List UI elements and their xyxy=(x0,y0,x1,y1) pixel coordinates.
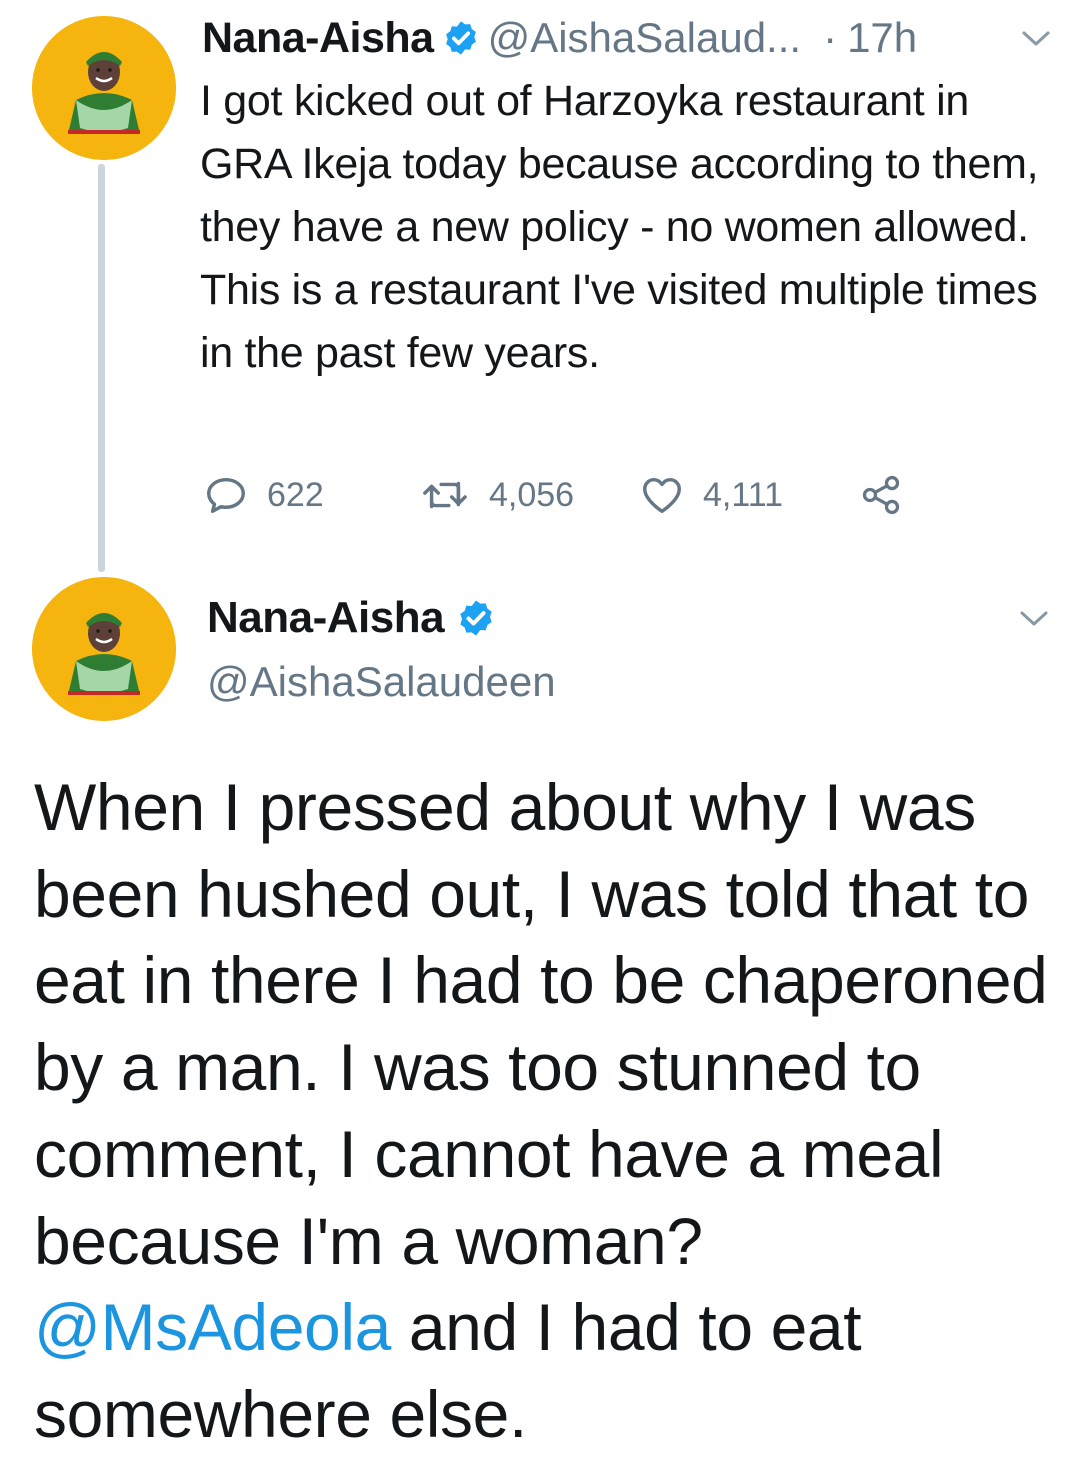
share-button[interactable] xyxy=(859,470,903,520)
avatar[interactable] xyxy=(32,16,176,160)
tweet1-header: Nana-Aisha @AishaSalaud... · 17h xyxy=(202,10,1062,66)
avatar-illustration xyxy=(32,577,176,721)
reply-icon xyxy=(207,477,245,514)
tweet1-timestamp[interactable]: 17h xyxy=(847,14,917,62)
tweet1-handle[interactable]: @AishaSalaud... xyxy=(488,14,801,62)
tweet2-author-name[interactable]: Nana-Aisha xyxy=(207,593,445,643)
reply-button[interactable]: 622 xyxy=(203,470,324,520)
tweet1-text: I got kicked out of Harzoyka restaurant … xyxy=(200,77,1039,377)
verified-badge-icon xyxy=(445,21,476,55)
share-icon xyxy=(862,475,900,515)
avatar-illustration xyxy=(32,16,176,160)
chevron-down-icon[interactable] xyxy=(1018,608,1050,630)
tweet1-action-bar: 622 4,056 4,111 xyxy=(203,470,923,520)
reply-count: 622 xyxy=(267,475,324,514)
tweet2-text: When I pressed about why I was been hush… xyxy=(34,764,1064,1458)
tweet2-handle[interactable]: @AishaSalaudeen xyxy=(207,658,556,706)
retweet-button[interactable]: 4,056 xyxy=(419,470,574,520)
retweet-count: 4,056 xyxy=(489,475,575,514)
tweet2-text-before: When I pressed about why I was been hush… xyxy=(34,770,1048,1278)
tweet1-author-name[interactable]: Nana-Aisha xyxy=(202,14,434,63)
retweet-icon xyxy=(423,481,467,509)
verified-badge-icon xyxy=(460,600,492,636)
chevron-down-icon[interactable] xyxy=(1020,28,1052,50)
like-button[interactable]: 4,111 xyxy=(639,470,783,520)
like-icon xyxy=(643,477,681,514)
tweet1-separator: · xyxy=(823,14,838,61)
avatar[interactable] xyxy=(32,577,176,721)
tweet2-header: Nana-Aisha xyxy=(207,590,504,646)
thread-connector-line xyxy=(98,164,105,572)
mention-link[interactable]: @MsAdeola xyxy=(34,1290,391,1364)
like-count: 4,111 xyxy=(703,475,784,514)
